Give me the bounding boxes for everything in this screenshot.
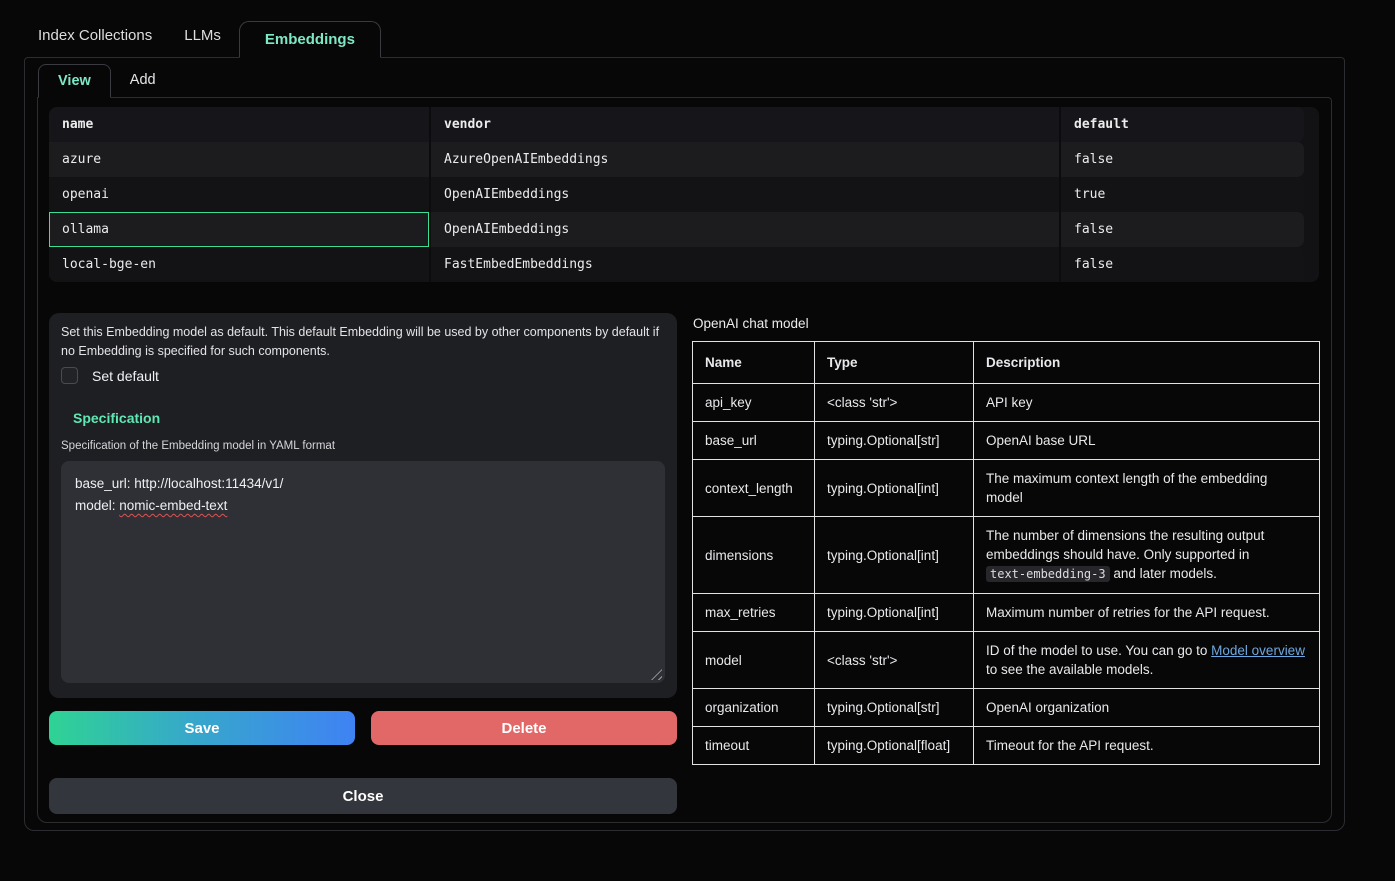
tab-index-collections[interactable]: Index Collections [38,27,152,57]
param-description: The maximum context length of the embedd… [974,460,1320,517]
inline-code: text-embedding-3 [986,566,1110,582]
cell-name[interactable]: openai [49,177,429,212]
embedding-row-azure[interactable]: azureAzureOpenAIEmbeddingsfalse [49,142,1304,177]
set-default-row[interactable]: Set default [61,367,665,384]
param-type: typing.Optional[int] [815,517,974,594]
cell-name[interactable]: azure [49,142,429,177]
param-row-dimensions: dimensionstyping.Optional[int]The number… [693,517,1320,594]
yaml-line-2: model: nomic-embed-text [75,495,651,517]
embeddings-table: name vendor default azureAzureOpenAIEmbe… [49,107,1319,282]
param-row-model: model<class 'str'>ID of the model to use… [693,632,1320,689]
param-description: OpenAI organization [974,689,1320,727]
main-tab-bar: Index Collections LLMs Embeddings [0,0,1395,57]
left-column: Set this Embedding model as default. Thi… [49,313,677,814]
embeddings-table-header: name vendor default [49,107,1304,142]
param-name: organization [693,689,815,727]
cell-default[interactable]: false [1059,142,1304,177]
param-name: model [693,632,815,689]
cell-vendor[interactable]: FastEmbedEmbeddings [429,247,1059,282]
cell-name[interactable]: local-bge-en [49,247,429,282]
param-name: context_length [693,460,815,517]
embeddings-table-body: azureAzureOpenAIEmbeddingsfalseopenaiOpe… [49,142,1304,282]
param-name: timeout [693,727,815,765]
save-button[interactable]: Save [49,711,355,745]
column-header-param-description: Description [974,342,1320,384]
column-header-name: name [49,107,429,142]
set-default-checkbox[interactable] [61,367,78,384]
textarea-resize-handle-icon[interactable] [651,669,662,680]
param-row-context_length: context_lengthtyping.Optional[int]The ma… [693,460,1320,517]
cell-default[interactable]: false [1059,212,1304,247]
param-type: typing.Optional[str] [815,422,974,460]
param-description: The number of dimensions the resulting o… [974,517,1320,594]
param-type: <class 'str'> [815,384,974,422]
param-row-base_url: base_urltyping.Optional[str]OpenAI base … [693,422,1320,460]
tab-view-label: View [58,73,91,89]
model-parameters-header-row: Name Type Description [693,342,1320,384]
param-row-organization: organizationtyping.Optional[str]OpenAI o… [693,689,1320,727]
embeddings-panel: View Add name vendor default azureAzureO… [24,57,1345,831]
misspelled-word: nomic-embed-text [119,498,227,513]
tab-embeddings-label: Embeddings [265,31,355,48]
embedding-detail-card: Set this Embedding model as default. Thi… [49,313,677,698]
sub-tab-bar: View Add [25,58,1344,97]
tab-add[interactable]: Add [130,72,156,97]
embedding-row-ollama[interactable]: ollamaOpenAIEmbeddingsfalse [49,212,1304,247]
param-row-timeout: timeouttyping.Optional[float]Timeout for… [693,727,1320,765]
column-header-default: default [1059,107,1304,142]
param-row-api_key: api_key<class 'str'>API key [693,384,1320,422]
param-name: base_url [693,422,815,460]
cell-vendor[interactable]: AzureOpenAIEmbeddings [429,142,1059,177]
param-type: typing.Optional[int] [815,594,974,632]
yaml-line-1: base_url: http://localhost:11434/v1/ [75,473,651,495]
delete-button[interactable]: Delete [371,711,677,745]
param-description: Timeout for the API request. [974,727,1320,765]
param-description: OpenAI base URL [974,422,1320,460]
param-description: Maximum number of retries for the API re… [974,594,1320,632]
yaml-spec-textarea[interactable]: base_url: http://localhost:11434/v1/ mod… [61,461,665,683]
param-type: typing.Optional[str] [815,689,974,727]
cell-default[interactable]: true [1059,177,1304,212]
param-type: typing.Optional[float] [815,727,974,765]
param-type: typing.Optional[int] [815,460,974,517]
param-name: max_retries [693,594,815,632]
cell-vendor[interactable]: OpenAIEmbeddings [429,212,1059,247]
detail-content: Set this Embedding model as default. Thi… [49,313,1320,814]
param-description: API key [974,384,1320,422]
tab-embeddings[interactable]: Embeddings [239,21,381,58]
view-tab-panel: name vendor default azureAzureOpenAIEmbe… [37,97,1332,823]
param-name: dimensions [693,517,815,594]
cell-default[interactable]: false [1059,247,1304,282]
embedding-row-local-bge-en[interactable]: local-bge-enFastEmbedEmbeddingsfalse [49,247,1304,282]
right-column: OpenAI chat model Name Type Description … [692,313,1320,814]
close-button[interactable]: Close [49,778,677,814]
cell-name[interactable]: ollama [49,212,429,247]
param-type: <class 'str'> [815,632,974,689]
model-overview-link[interactable]: Model overview [1211,643,1305,658]
param-name: api_key [693,384,815,422]
specification-heading: Specification [73,410,665,426]
specification-description: Specification of the Embedding model in … [61,440,665,452]
tab-llms[interactable]: LLMs [184,27,221,57]
column-header-param-name: Name [693,342,815,384]
column-header-vendor: vendor [429,107,1059,142]
set-default-label: Set default [92,368,159,384]
set-default-description: Set this Embedding model as default. Thi… [61,323,665,361]
action-buttons: Save Delete [49,711,677,745]
param-description: ID of the model to use. You can go to Mo… [974,632,1320,689]
model-info-title: OpenAI chat model [693,316,1320,331]
param-row-max_retries: max_retriestyping.Optional[int]Maximum n… [693,594,1320,632]
column-header-param-type: Type [815,342,974,384]
model-parameters-table: Name Type Description api_key<class 'str… [692,341,1320,765]
cell-vendor[interactable]: OpenAIEmbeddings [429,177,1059,212]
tab-view[interactable]: View [38,64,111,98]
embedding-row-openai[interactable]: openaiOpenAIEmbeddingstrue [49,177,1304,212]
